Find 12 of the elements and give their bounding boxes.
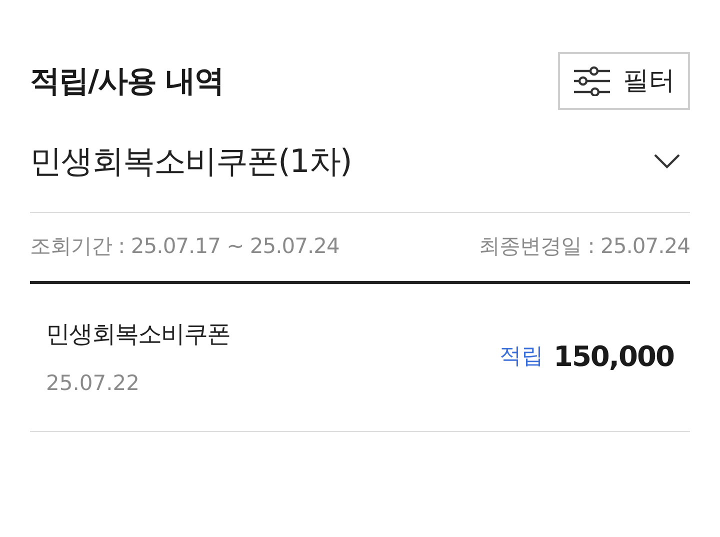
transaction-name: 민생회복소비쿠폰 <box>46 318 230 350</box>
transaction-type: 적립 <box>499 343 544 371</box>
transaction-date: 25.07.22 <box>46 370 141 397</box>
transaction-amount: 150,000 <box>553 338 674 374</box>
filter-button[interactable]: 필터 <box>558 52 690 110</box>
coupon-dropdown[interactable]: 민생회복소비쿠폰(1차) <box>30 110 690 213</box>
dropdown-value: 민생회복소비쿠폰(1차) <box>30 141 352 182</box>
period-range: 조회기간 : 25.07.17 ~ 25.07.24 <box>30 233 340 260</box>
chevron-down-icon <box>654 153 680 169</box>
page-title: 적립/사용 내역 <box>30 62 224 100</box>
sliders-icon <box>573 66 611 96</box>
last-updated: 최종변경일 : 25.07.24 <box>479 233 690 260</box>
